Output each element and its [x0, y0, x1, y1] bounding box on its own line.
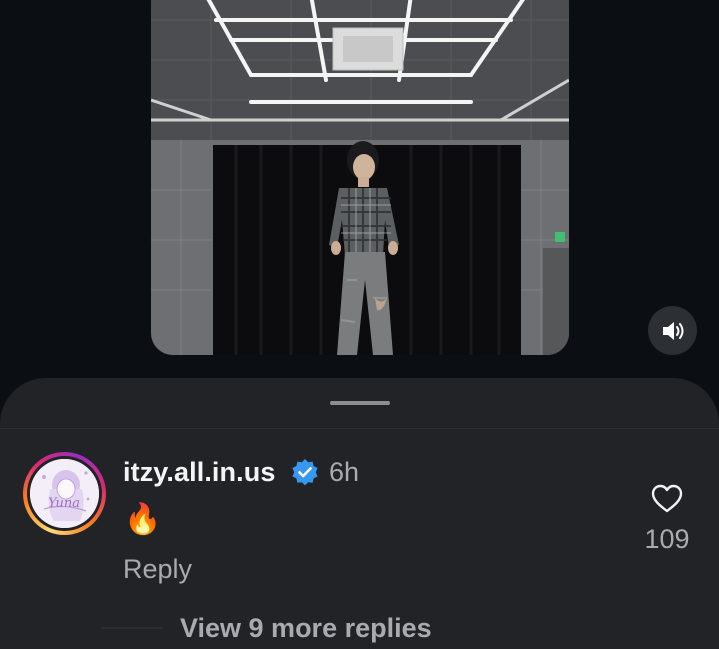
comments-sheet: [0, 378, 719, 649]
story-ring[interactable]: Yuna: [23, 452, 106, 535]
avatar-text: Yuna: [48, 496, 80, 511]
mute-toggle-button[interactable]: [648, 306, 697, 355]
comment-username[interactable]: itzy.all.in.us: [123, 455, 275, 489]
heart-icon[interactable]: [650, 482, 684, 516]
comment-timestamp: 6h: [329, 457, 360, 487]
avatar-image: Yuna: [30, 459, 99, 528]
comment-text: 🔥: [124, 503, 162, 536]
divider: [0, 428, 719, 429]
reply-button[interactable]: Reply: [123, 552, 192, 586]
sheet-drag-handle[interactable]: [330, 401, 390, 405]
screen: Yuna itzy.all.in.us 6h 🔥 Reply 109 View …: [0, 0, 719, 649]
view-more-replies-button[interactable]: View 9 more replies: [180, 611, 432, 645]
avatar[interactable]: Yuna: [30, 459, 99, 528]
video-frame-image: [151, 0, 569, 355]
verified-badge-icon: [292, 459, 318, 486]
video-post[interactable]: [151, 0, 569, 355]
like-count: 109: [644, 524, 690, 554]
speaker-icon: [662, 321, 683, 340]
replies-divider-line: [101, 627, 163, 629]
